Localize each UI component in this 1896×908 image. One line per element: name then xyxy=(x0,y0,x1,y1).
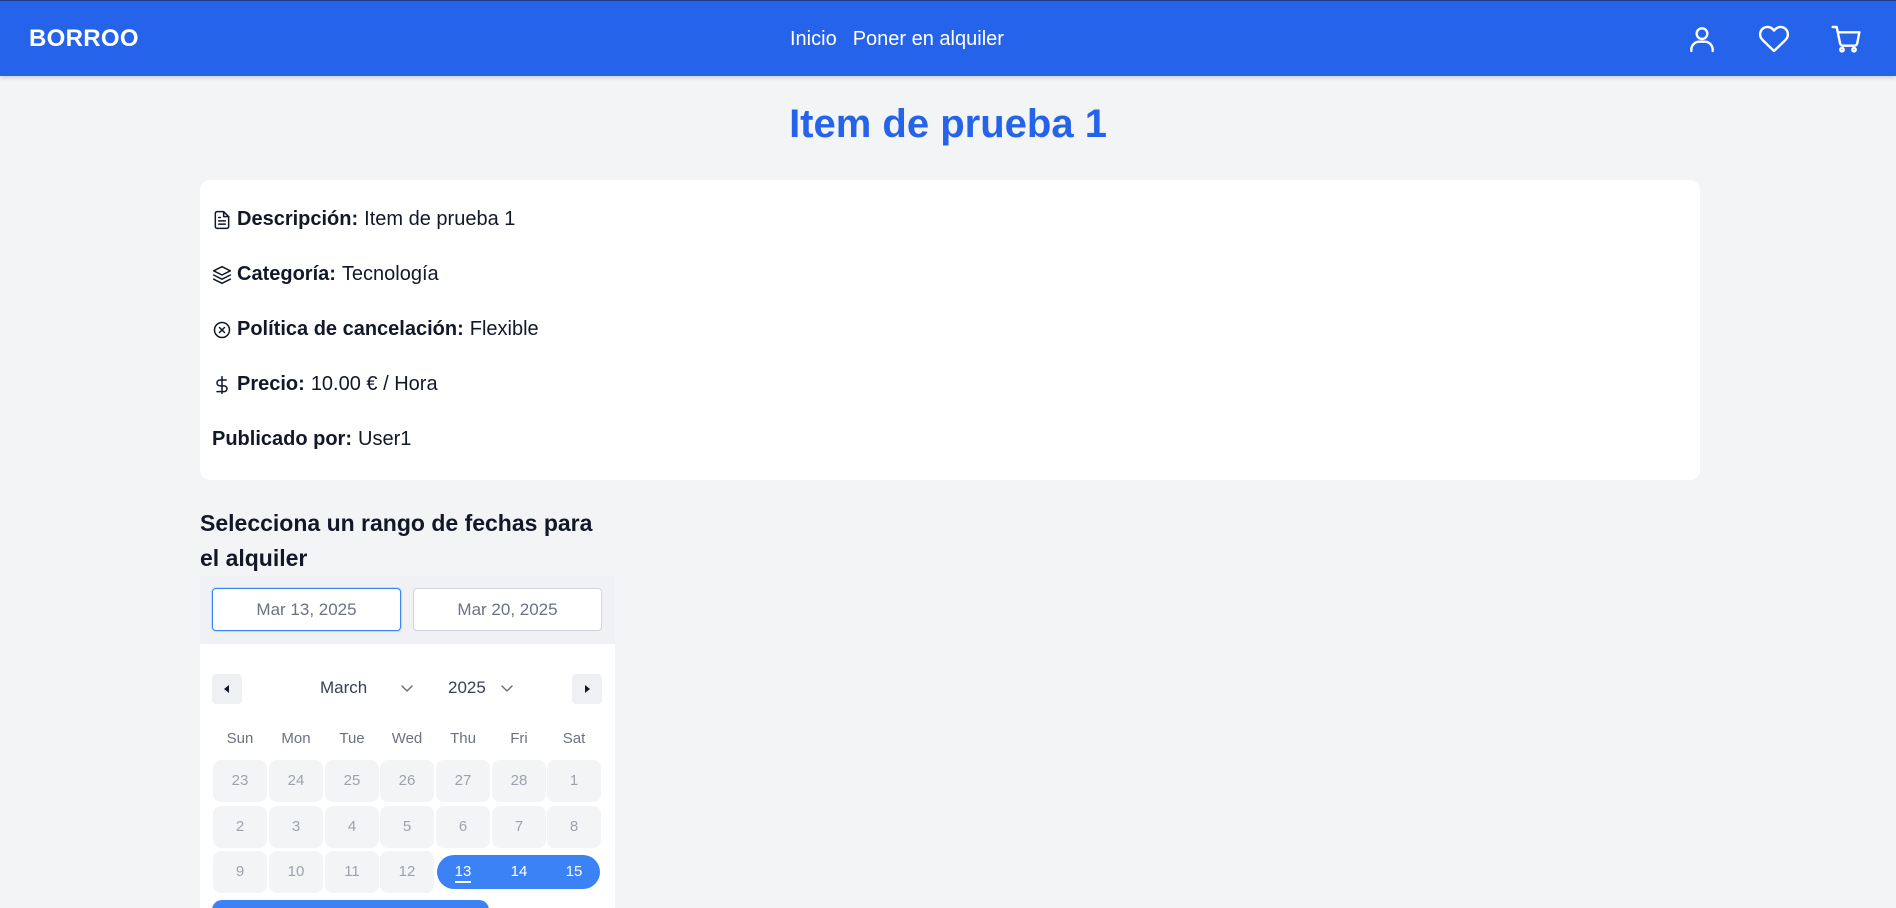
detail-label: Publicado por: xyxy=(212,428,352,450)
calendar-day-number: 13 xyxy=(454,863,472,883)
detail-value: Item de prueba 1 xyxy=(364,208,516,230)
weekday-label: Thu xyxy=(450,730,476,747)
detail-cancellation: Política de cancelación: Flexible xyxy=(212,318,539,341)
nav-link-inicio[interactable]: Inicio xyxy=(790,28,837,51)
detail-label: Categoría: xyxy=(237,263,336,285)
document-icon xyxy=(212,210,232,230)
detail-description: Descripción: Item de prueba 1 xyxy=(212,208,515,231)
selected-range-highlight xyxy=(212,900,489,908)
caret-right-icon xyxy=(585,685,590,693)
date-range-inputs: Mar 13, 2025 Mar 20, 2025 xyxy=(200,576,615,644)
calendar-day[interactable]: 3 xyxy=(269,806,323,848)
page-title: Item de prueba 1 xyxy=(789,102,1107,146)
start-date-input[interactable]: Mar 13, 2025 xyxy=(212,588,401,631)
calendar-day-selected[interactable]: 13 xyxy=(436,855,490,889)
prev-month-button[interactable] xyxy=(212,674,242,704)
detail-value: Flexible xyxy=(469,318,539,340)
user-icon[interactable] xyxy=(1686,23,1718,55)
calendar-day[interactable]: 25 xyxy=(325,760,379,802)
calendar-day[interactable]: 5 xyxy=(380,806,434,848)
detail-label: Descripción: xyxy=(237,208,359,230)
layers-icon xyxy=(212,265,232,285)
detail-value: Tecnología xyxy=(341,263,439,285)
detail-value: 10.00 € / Hora xyxy=(310,373,438,395)
next-month-button[interactable] xyxy=(572,674,602,704)
nav-icons xyxy=(1686,23,1862,55)
detail-price: Precio: 10.00 € / Hora xyxy=(212,373,438,396)
calendar-day[interactable]: 4 xyxy=(325,806,379,848)
calendar-day[interactable]: 2 xyxy=(213,806,267,848)
year-select[interactable]: 2025 xyxy=(448,678,486,698)
chevron-down-icon[interactable] xyxy=(499,680,515,696)
calendar-day[interactable]: 11 xyxy=(325,851,379,893)
nav-link-poner-en-alquiler[interactable]: Poner en alquiler xyxy=(853,28,1004,51)
x-circle-icon xyxy=(212,320,232,340)
weekday-label: Tue xyxy=(339,730,365,747)
calendar-day[interactable]: 27 xyxy=(436,760,490,802)
date-range-title: Selecciona un rango de fechas para el al… xyxy=(200,510,593,571)
detail-category: Categoría: Tecnología xyxy=(212,263,439,286)
calendar: March 2025 Sun Mon Tue Wed Thu Fri Sat 2… xyxy=(200,644,615,908)
calendar-day[interactable]: 6 xyxy=(436,806,490,848)
cart-icon[interactable] xyxy=(1830,23,1862,55)
calendar-day[interactable]: 12 xyxy=(380,851,434,893)
calendar-day[interactable]: 26 xyxy=(380,760,434,802)
weekday-label: Fri xyxy=(510,730,528,747)
heart-icon[interactable] xyxy=(1758,23,1790,55)
dollar-icon xyxy=(212,375,232,395)
brand-logo[interactable]: BORROO xyxy=(29,25,139,53)
caret-left-icon xyxy=(224,685,229,693)
weekday-label: Wed xyxy=(391,730,423,747)
main-nav: Inicio Poner en alquiler xyxy=(790,28,1004,51)
month-select[interactable]: March xyxy=(320,678,367,698)
top-navbar: BORROO Inicio Poner en alquiler xyxy=(0,0,1896,76)
calendar-day[interactable]: 28 xyxy=(492,760,546,802)
calendar-day-selected[interactable]: 14 xyxy=(492,855,546,889)
calendar-day[interactable]: 24 xyxy=(269,760,323,802)
detail-value[interactable]: User1 xyxy=(358,428,411,451)
detail-publisher: Publicado por: User1 xyxy=(212,428,411,451)
detail-label: Política de cancelación: xyxy=(237,318,464,340)
calendar-day[interactable]: 10 xyxy=(269,851,323,893)
weekday-label: Sat xyxy=(562,730,586,747)
end-date-input[interactable]: Mar 20, 2025 xyxy=(413,588,602,631)
detail-label: Precio: xyxy=(237,373,305,395)
chevron-down-icon[interactable] xyxy=(399,680,415,696)
calendar-day[interactable]: 7 xyxy=(492,806,546,848)
weekday-label: Sun xyxy=(226,730,254,747)
calendar-day-selected[interactable]: 15 xyxy=(547,855,601,889)
calendar-day[interactable]: 8 xyxy=(547,806,601,848)
calendar-day[interactable]: 9 xyxy=(213,851,267,893)
calendar-day[interactable]: 23 xyxy=(213,760,267,802)
weekday-label: Mon xyxy=(281,730,311,747)
calendar-day[interactable]: 1 xyxy=(547,760,601,802)
item-details-card: Descripción: Item de prueba 1 Categoría:… xyxy=(200,180,1700,480)
